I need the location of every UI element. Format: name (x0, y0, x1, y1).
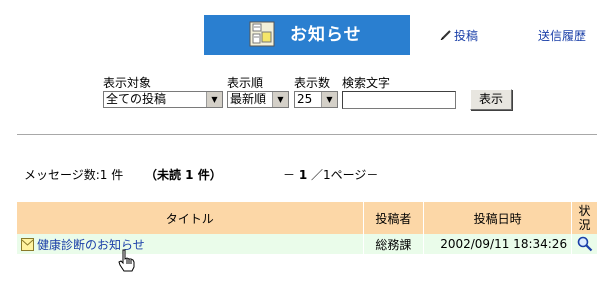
count-select-value: 25 (297, 92, 313, 106)
order-label: 表示順 (227, 76, 264, 90)
row-title-cell: 健康診断のお知らせ (17, 234, 364, 254)
pencil-icon (440, 30, 451, 40)
column-title: タイトル (17, 202, 364, 234)
order-select[interactable]: 最新順 ▼ (227, 91, 289, 108)
page-banner: お知らせ (204, 15, 410, 55)
pager-prefix: － (283, 168, 296, 182)
dropdown-arrow-icon: ▼ (321, 92, 337, 107)
divider (17, 134, 597, 135)
unread-count: （未読 1 件） (145, 168, 222, 182)
search-label: 検索文字 (342, 76, 391, 90)
target-label: 表示対象 (103, 76, 152, 90)
target-select[interactable]: 全ての投稿 ▼ (103, 91, 223, 108)
magnifier-icon[interactable] (577, 236, 593, 252)
current-page: 1 (298, 168, 308, 182)
hand-cursor-icon (118, 249, 135, 272)
post-link-label: 投稿 (454, 29, 479, 43)
show-button[interactable]: 表示 (470, 89, 512, 110)
target-select-value: 全ての投稿 (106, 92, 167, 106)
dropdown-arrow-icon: ▼ (272, 92, 288, 107)
pager-suffix: ／1ページ－ (311, 168, 379, 182)
sent-history-link[interactable]: 送信履歴 (538, 27, 586, 44)
pager: － 1 ／1ページ－ (283, 166, 378, 183)
post-link[interactable]: 投稿 (440, 27, 478, 44)
row-date: 2002/09/11 18:34:26 (424, 234, 573, 254)
count-label: 表示数 (294, 76, 331, 90)
count-select[interactable]: 25 ▼ (294, 91, 338, 108)
table-row[interactable]: 健康診断のお知らせ 総務課 2002/09/11 18:34:26 (17, 234, 597, 254)
message-count: メッセージ数:1 件 (24, 168, 124, 182)
column-status-label: 状況 (578, 204, 591, 232)
unread-envelope-icon (21, 237, 34, 251)
notice-board-icon (249, 21, 275, 47)
row-poster: 総務課 (363, 234, 425, 254)
message-table: タイトル 投稿者 投稿日時 状況 健康診断のお知らせ 総務課 2002/09/1… (17, 202, 597, 254)
column-date: 投稿日時 (424, 202, 573, 234)
page-title: お知らせ (290, 25, 362, 45)
dropdown-arrow-icon: ▼ (206, 92, 222, 107)
column-status: 状況 (572, 202, 597, 234)
row-status[interactable] (572, 234, 597, 254)
order-select-value: 最新順 (230, 92, 267, 106)
column-poster: 投稿者 (363, 202, 425, 234)
search-input[interactable] (342, 91, 456, 109)
table-header-row: タイトル 投稿者 投稿日時 状況 (17, 202, 597, 234)
